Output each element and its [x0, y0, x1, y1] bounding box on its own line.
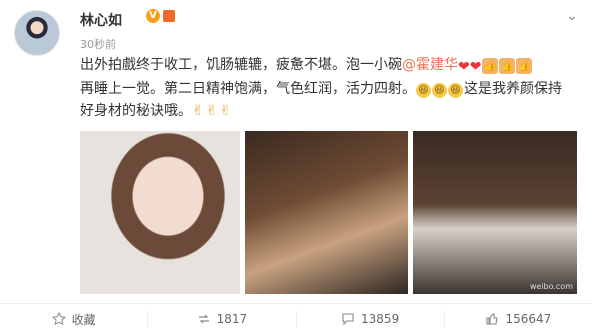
- post-text-line: 好身材的秘诀哦。✌ ✌ ✌: [80, 100, 580, 122]
- thumbs-up-icon: 👍: [482, 58, 499, 74]
- text-segment: 这是我养颜保持: [464, 81, 562, 97]
- post-text-line: 出外拍戲终于收工，饥肠辘辘，疲惫不堪。泡一小碗@霍建华❤❤ 👍 👍 👍: [80, 54, 580, 78]
- post-text-line: 再睡上一觉。第二日精神饱满，气色红润，活力四射。 😆 😆 😆 这是我养颜保持: [80, 78, 580, 100]
- post-time[interactable]: 30秒前: [80, 36, 116, 52]
- thumbs-up-icon: [485, 312, 499, 326]
- watermark: weibo.com: [529, 282, 573, 291]
- username[interactable]: 林心如: [80, 10, 122, 30]
- repost-count: 1817: [216, 312, 248, 326]
- star-icon: [51, 312, 66, 326]
- heart-icon: ❤: [469, 59, 482, 75]
- avatar[interactable]: [14, 10, 60, 56]
- laughing-face-icon: 😆: [416, 83, 431, 98]
- comment-icon: [341, 312, 355, 326]
- comment-count: 13859: [361, 312, 400, 326]
- vip-icon: [163, 10, 175, 22]
- favorite-label: 收藏: [71, 312, 96, 327]
- thumbs-up-icon: 👍: [499, 58, 516, 74]
- post-photo-3[interactable]: weibo.com: [413, 131, 577, 294]
- verified-badge: V: [146, 9, 160, 23]
- thumbs-up-icon: 👍: [516, 58, 533, 74]
- like-button[interactable]: 156647: [445, 311, 592, 327]
- victory-hand-icon: ✌: [205, 103, 218, 119]
- post-photo-1[interactable]: [80, 131, 240, 294]
- text-segment: 好身材的秘诀哦。: [80, 103, 192, 119]
- text-segment: 出外拍戲终于收工，饥肠辘辘，疲惫不堪。泡一小碗: [80, 57, 402, 73]
- repost-button[interactable]: 1817: [148, 311, 297, 327]
- text-segment: 再睡上一觉。第二日精神饱满，气色红润，活力四射。: [80, 81, 416, 97]
- post-photo-2[interactable]: [245, 131, 408, 294]
- victory-hand-icon: ✌: [192, 103, 204, 119]
- chevron-down-icon[interactable]: ⌄: [566, 8, 578, 24]
- laughing-face-icon: 😆: [432, 83, 447, 98]
- like-count: 156647: [505, 312, 552, 326]
- mention-link[interactable]: @霍建华: [402, 57, 458, 73]
- victory-hand-icon: ✌: [219, 103, 232, 119]
- favorite-button[interactable]: 收藏: [0, 311, 149, 327]
- repost-icon: [197, 312, 211, 326]
- laughing-face-icon: 😆: [448, 83, 463, 98]
- post-text: 出外拍戲终于收工，饥肠辘辘，疲惫不堪。泡一小碗@霍建华❤❤ 👍 👍 👍 再睡上一觉。第…: [80, 54, 580, 122]
- action-bar: 收藏 1817 13859 156647: [0, 304, 592, 334]
- heart-icon: ❤: [458, 59, 470, 75]
- comment-button[interactable]: 13859: [297, 311, 445, 327]
